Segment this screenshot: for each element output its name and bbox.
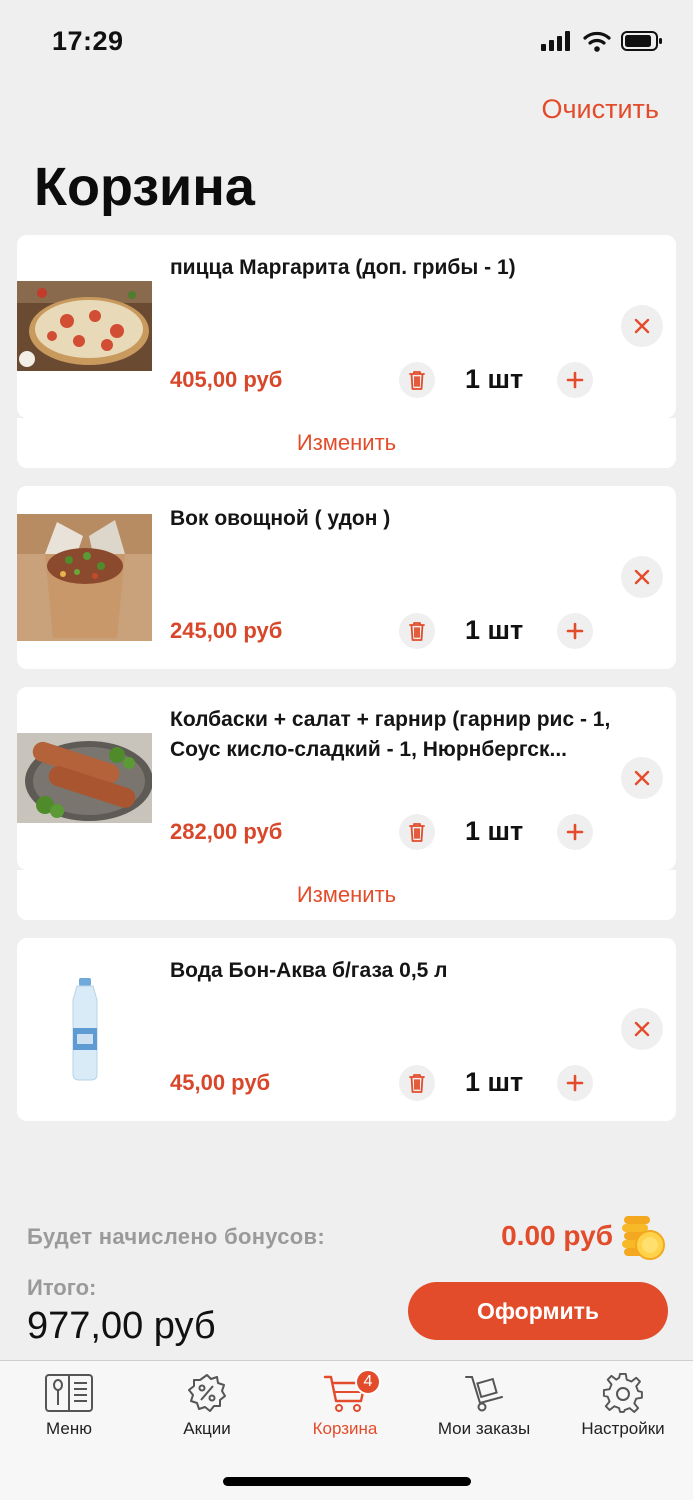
menu-book-icon xyxy=(45,1374,93,1412)
wifi-icon xyxy=(583,31,611,52)
item-price: 45,00 руб xyxy=(170,1070,271,1095)
item-name: Вода Бон-Аква б/газа 0,5 л xyxy=(170,959,448,982)
remove-item-button[interactable] xyxy=(621,1008,663,1050)
tab-label: Корзина xyxy=(312,1419,378,1438)
cart-item: Вода Бон-Аква б/газа 0,5 л 45,00 руб 1 ш… xyxy=(17,938,676,1121)
remove-item-button[interactable] xyxy=(621,757,663,799)
hand-truck-icon xyxy=(465,1376,503,1412)
close-icon xyxy=(634,318,650,334)
plus-icon xyxy=(566,622,584,640)
page-title: Корзина xyxy=(34,157,255,217)
decrease-quantity-button[interactable] xyxy=(399,1065,435,1101)
coins-icon xyxy=(622,1216,665,1260)
close-icon xyxy=(634,569,650,585)
battery-icon xyxy=(621,31,662,51)
item-quantity: 1 шт xyxy=(465,816,524,846)
trash-icon xyxy=(409,371,425,390)
tab-menu[interactable]: Меню xyxy=(0,1361,138,1445)
water-bottle-image xyxy=(17,966,152,1093)
wok-image xyxy=(17,514,152,641)
decrease-quantity-button[interactable] xyxy=(399,362,435,398)
item-quantity: 1 шт xyxy=(465,615,524,645)
tab-label: Акции xyxy=(183,1419,231,1438)
change-item-button[interactable]: Изменить xyxy=(17,870,676,920)
tab-promotions[interactable]: Акции xyxy=(138,1361,276,1445)
decrease-quantity-button[interactable] xyxy=(399,613,435,649)
trash-icon xyxy=(409,622,425,641)
pizza-image xyxy=(17,281,152,371)
change-item-button[interactable]: Изменить xyxy=(17,418,676,468)
status-icons xyxy=(541,30,663,52)
item-price: 245,00 руб xyxy=(170,618,283,643)
tab-label: Мои заказы xyxy=(437,1419,531,1438)
decrease-quantity-button[interactable] xyxy=(399,814,435,850)
cart-item: Вок овощной ( удон ) 245,00 руб 1 шт xyxy=(17,486,676,669)
close-icon xyxy=(634,1021,650,1037)
signal-icon xyxy=(541,31,570,51)
trash-icon xyxy=(409,823,425,842)
total-label: Итого: xyxy=(27,1275,97,1300)
tab-cart[interactable]: 4 Корзина xyxy=(276,1361,414,1445)
item-name: Вок овощной ( удон ) xyxy=(170,507,391,530)
tab-label: Настройки xyxy=(581,1419,665,1438)
cart-item: Колбаски + салат + гарнир (гарнир рис - … xyxy=(17,687,676,870)
bonus-label: Будет начислено бонусов: xyxy=(27,1224,326,1249)
status-time: 17:29 xyxy=(52,26,124,56)
tab-my-orders[interactable]: Мои заказы xyxy=(414,1361,554,1445)
item-name: пицца Маргарита (доп. грибы - 1) xyxy=(170,256,516,279)
checkout-button[interactable]: Оформить xyxy=(408,1282,668,1340)
total-value: 977,00 руб xyxy=(27,1305,216,1347)
settings-gear-icon xyxy=(602,1373,643,1413)
item-price: 282,00 руб xyxy=(170,819,283,844)
home-indicator xyxy=(223,1477,471,1486)
item-name: Колбаски + салат + гарнир (гарнир рис - … xyxy=(170,708,611,761)
sausages-image xyxy=(17,733,152,823)
item-quantity: 1 шт xyxy=(465,1067,524,1097)
plus-icon xyxy=(566,371,584,389)
close-icon xyxy=(634,770,650,786)
remove-item-button[interactable] xyxy=(621,556,663,598)
increase-quantity-button[interactable] xyxy=(557,613,593,649)
item-price: 405,00 руб xyxy=(170,367,283,392)
trash-icon xyxy=(409,1074,425,1093)
increase-quantity-button[interactable] xyxy=(557,1065,593,1101)
plus-icon xyxy=(566,1074,584,1092)
remove-item-button[interactable] xyxy=(621,305,663,347)
status-bar: 17:29 xyxy=(0,0,693,84)
cart-item: пицца Маргарита (доп. грибы - 1) 405,00 … xyxy=(17,235,676,418)
cart-count-badge: 4 xyxy=(355,1369,381,1395)
increase-quantity-button[interactable] xyxy=(557,362,593,398)
increase-quantity-button[interactable] xyxy=(557,814,593,850)
plus-icon xyxy=(566,823,584,841)
tab-settings[interactable]: Настройки xyxy=(554,1361,692,1445)
bonus-value: 0.00 руб xyxy=(501,1220,613,1251)
tab-label: Меню xyxy=(46,1419,92,1438)
discount-gear-icon xyxy=(188,1374,226,1412)
clear-cart-button[interactable]: Очистить xyxy=(541,94,659,125)
item-quantity: 1 шт xyxy=(465,364,524,394)
